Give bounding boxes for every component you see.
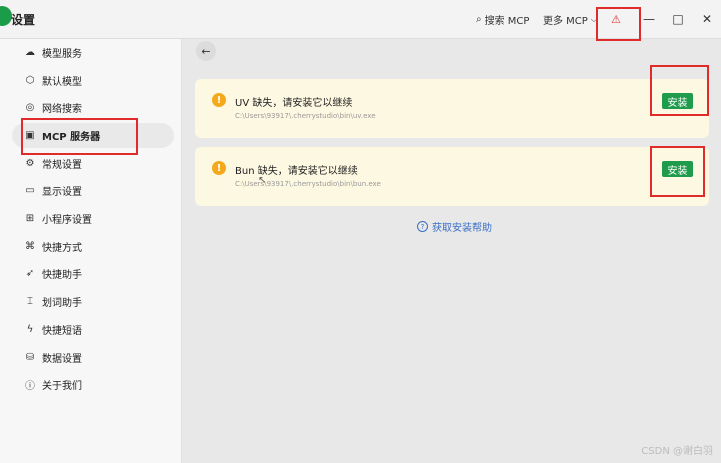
sidebar-item-quick-assistant[interactable]: ➶ 快捷助手 [12, 261, 174, 286]
window-title: 设置 [11, 13, 36, 27]
sidebar-item-selection-assistant[interactable]: ⌶ 划词助手 [12, 289, 174, 314]
warning-circle-icon: ! [212, 93, 226, 107]
globe-icon: ◎ [25, 102, 35, 113]
zap-icon: ϟ [26, 324, 34, 335]
minimize-button[interactable]: — [639, 9, 659, 29]
sidebar-item-label: 快捷短语 [42, 326, 82, 337]
sidebar-item-label: 关于我们 [42, 381, 82, 392]
monitor-icon: ▭ [25, 185, 35, 196]
sidebar-item-shortcuts[interactable]: ⌘ 快捷方式 [12, 234, 174, 259]
card-title: UV 缺失，请安装它以继续 [235, 98, 353, 109]
cloud-icon: ☁ [25, 47, 35, 58]
card-path: C:\Users\93917\.cherrystudio\bin\uv.exe [235, 112, 376, 120]
warning-circle-icon: ! [212, 161, 226, 175]
more-mcp-dropdown[interactable]: 更多 MCP ⌵ [543, 12, 597, 28]
sidebar-item-model-service[interactable]: ☁ 模型服务 [12, 40, 174, 65]
sidebar-item-about[interactable]: ⓘ 关于我们 [12, 372, 174, 397]
settings-icon: ⚙ [25, 158, 35, 169]
mouse-cursor-icon: ↖ [258, 175, 267, 186]
sidebar-item-label: 划词助手 [42, 298, 82, 309]
uv-missing-card: ! UV 缺失，请安装它以继续 C:\Users\93917\.cherryst… [195, 79, 709, 138]
arrow-left-icon: ← [201, 44, 211, 58]
sidebar-item-web-search[interactable]: ◎ 网络搜索 [12, 95, 174, 120]
settings-sidebar: ☁ 模型服务 ⬡ 默认模型 ◎ 网络搜索 ▣ MCP 服务器 ⚙ 常规设置 ▭ … [0, 39, 182, 463]
rocket-icon: ➶ [25, 268, 35, 279]
main-content: ← ! UV 缺失，请安装它以继续 C:\Users\93917\.cherry… [182, 39, 721, 463]
annotation-box-mcp-servers [21, 118, 138, 155]
close-button[interactable]: ✕ [697, 9, 717, 29]
sidebar-item-label: 常规设置 [42, 160, 82, 171]
install-help-link[interactable]: ? 获取安装帮助 [417, 219, 492, 234]
cube-icon: ⬡ [25, 75, 35, 86]
annotation-box-warning [596, 7, 641, 41]
back-button[interactable]: ← [196, 41, 216, 61]
sidebar-item-label: 快捷助手 [42, 270, 82, 281]
bun-missing-card: ! Bun 缺失，请安装它以继续 C:\Users\93917\.cherrys… [195, 147, 709, 206]
annotation-box-install-bun [650, 146, 705, 197]
info-icon: ⓘ [25, 381, 35, 392]
grid-icon: ⊞ [25, 213, 35, 224]
sidebar-item-default-model[interactable]: ⬡ 默认模型 [12, 68, 174, 93]
command-icon: ⌘ [25, 241, 35, 252]
card-path: C:\Users\93917\.cherrystudio\bin\bun.exe [235, 180, 381, 188]
annotation-box-install-uv [650, 65, 709, 116]
search-icon: ⌕ [476, 14, 482, 25]
sidebar-item-label: 默认模型 [42, 77, 82, 88]
text-select-icon: ⌶ [27, 296, 33, 307]
search-mcp-label: 搜索 MCP [484, 16, 530, 27]
search-mcp-button[interactable]: ⌕ 搜索 MCP [476, 12, 529, 27]
sidebar-item-label: 快捷方式 [42, 243, 82, 254]
sidebar-item-label: 显示设置 [42, 187, 82, 198]
install-help-label: 获取安装帮助 [432, 223, 492, 234]
sidebar-item-quick-phrases[interactable]: ϟ 快捷短语 [12, 317, 174, 342]
sidebar-item-label: 小程序设置 [42, 215, 92, 226]
question-circle-icon: ? [417, 221, 428, 232]
card-title: Bun 缺失，请安装它以继续 [235, 166, 358, 177]
sidebar-item-label: 数据设置 [42, 354, 82, 365]
maximize-button[interactable]: □ [668, 9, 688, 29]
sidebar-item-label: 网络搜索 [42, 104, 82, 115]
sidebar-item-display-settings[interactable]: ▭ 显示设置 [12, 178, 174, 203]
watermark: CSDN @谢白羽 [641, 446, 713, 457]
sidebar-item-miniapp-settings[interactable]: ⊞ 小程序设置 [12, 206, 174, 231]
more-mcp-label: 更多 MCP [543, 16, 588, 27]
sidebar-item-label: 模型服务 [42, 49, 82, 60]
database-icon: ⛁ [25, 352, 35, 363]
sidebar-item-data-settings[interactable]: ⛁ 数据设置 [12, 345, 174, 370]
